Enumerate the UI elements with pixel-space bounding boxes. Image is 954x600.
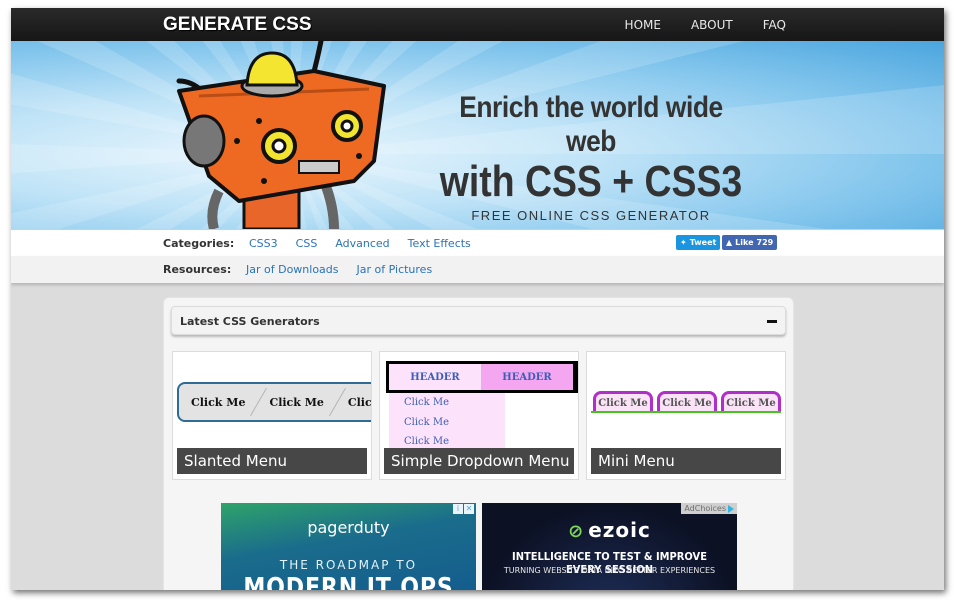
latest-generators-panel: Latest CSS Generators Click Me Click Me … bbox=[163, 297, 794, 590]
category-text-effects[interactable]: Text Effects bbox=[408, 237, 471, 250]
resources-links: Jar of Downloads Jar of Pictures bbox=[246, 263, 432, 276]
mini-menu-preview: Click Me Click Me Click Me bbox=[593, 391, 783, 412]
thumbs-up-icon: ▲ bbox=[726, 238, 733, 247]
headline-tagline: FREE ONLINE CSS GENERATOR bbox=[471, 208, 711, 223]
preview-item: Click Me bbox=[404, 416, 450, 428]
adchoices-badge[interactable]: AdChoices bbox=[681, 503, 737, 514]
like-count: 729 bbox=[756, 238, 774, 247]
category-advanced[interactable]: Advanced bbox=[335, 237, 389, 250]
nav-home[interactable]: HOME bbox=[625, 18, 661, 32]
like-label: Like bbox=[735, 238, 754, 247]
browser-window: GENERATE CSS HOME ABOUT FAQ Enrich the w… bbox=[11, 8, 944, 590]
mini-menu-underline bbox=[591, 411, 781, 413]
preview-item: Clic bbox=[347, 395, 372, 409]
preview-item: Click Me bbox=[657, 391, 717, 412]
generator-cards: Click Me Click Me Clic Slanted Menu HEAD… bbox=[172, 351, 786, 480]
top-navigation-bar: GENERATE CSS HOME ABOUT FAQ bbox=[11, 8, 944, 41]
ad-controls: i ✕ bbox=[453, 504, 474, 514]
facebook-like-button[interactable]: ▲ Like 729 bbox=[722, 235, 777, 250]
ad-subtitle: TURNING WEBSITE DATA INTO BETTER EXPERIE… bbox=[503, 566, 716, 575]
category-css[interactable]: CSS bbox=[296, 237, 318, 250]
preview-item: Click Me bbox=[257, 396, 335, 409]
social-buttons: ✦ Tweet ▲ Like 729 bbox=[676, 235, 777, 250]
card-mini-menu[interactable]: Click Me Click Me Click Me Mini Menu bbox=[586, 351, 786, 480]
categories-links: CSS3 CSS Advanced Text Effects bbox=[249, 237, 471, 250]
card-slanted-menu[interactable]: Click Me Click Me Clic Slanted Menu bbox=[172, 351, 372, 480]
panel-title: Latest CSS Generators bbox=[180, 315, 320, 328]
dropdown-preview-list: Click Me Click Me Click Me bbox=[389, 393, 505, 451]
headline-line-2: with CSS + CSS3 bbox=[439, 157, 743, 206]
ad-headline: MODERN IT OPS bbox=[243, 573, 454, 590]
minus-icon[interactable] bbox=[767, 320, 777, 323]
site-logo[interactable]: GENERATE CSS bbox=[163, 14, 312, 36]
ad-pagerduty[interactable]: i ✕ pagerduty THE ROADMAP TO MODERN IT O… bbox=[221, 503, 476, 590]
nav-faq[interactable]: FAQ bbox=[763, 18, 786, 32]
headline-line-1: Enrich the world wide web bbox=[459, 91, 723, 158]
resources-label: Resources: bbox=[163, 263, 232, 276]
nav-about[interactable]: ABOUT bbox=[691, 18, 733, 32]
card-label: Simple Dropdown Menu bbox=[384, 448, 574, 474]
resource-jar-of-pictures[interactable]: Jar of Pictures bbox=[357, 263, 433, 276]
preview-item: Click Me bbox=[404, 397, 450, 408]
twitter-bird-icon: ✦ bbox=[680, 238, 687, 247]
preview-item: Click Me bbox=[721, 391, 781, 412]
ad-brand: ⊘ ezoic bbox=[482, 518, 737, 542]
tweet-label: Tweet bbox=[689, 238, 717, 247]
preview-header: HEADER bbox=[389, 364, 481, 390]
card-simple-dropdown-menu[interactable]: HEADER HEADER Click Me Click Me Click Me… bbox=[379, 351, 579, 480]
slanted-menu-preview: Click Me Click Me Clic bbox=[177, 382, 372, 422]
card-label: Mini Menu bbox=[591, 448, 781, 474]
hero-banner: Enrich the world wide web with CSS + CSS… bbox=[11, 41, 944, 229]
categories-bar: Categories: CSS3 CSS Advanced Text Effec… bbox=[11, 229, 944, 256]
preview-item: Click Me bbox=[179, 396, 257, 409]
robot-mascot-icon bbox=[176, 41, 386, 229]
preview-header: HEADER bbox=[481, 364, 573, 390]
ad-subtitle: THE ROADMAP TO bbox=[279, 558, 418, 572]
category-css3[interactable]: CSS3 bbox=[249, 237, 278, 250]
adchoices-icon bbox=[728, 504, 734, 513]
banner-headline: Enrich the world wide web with CSS + CSS… bbox=[411, 91, 771, 223]
ad-brand-text: ezoic bbox=[588, 518, 651, 542]
categories-label: Categories: bbox=[163, 237, 235, 250]
close-icon[interactable]: ✕ bbox=[464, 504, 474, 514]
ezoic-logo-icon: ⊘ bbox=[568, 521, 585, 542]
card-label: Slanted Menu bbox=[177, 448, 367, 474]
resource-jar-of-downloads[interactable]: Jar of Downloads bbox=[246, 263, 339, 276]
tweet-button[interactable]: ✦ Tweet bbox=[676, 235, 720, 250]
dropdown-preview-header-bar: HEADER HEADER bbox=[386, 361, 578, 393]
adchoices-label: AdChoices bbox=[684, 504, 726, 513]
main-nav: HOME ABOUT FAQ bbox=[625, 18, 786, 32]
panel-header[interactable]: Latest CSS Generators bbox=[171, 306, 786, 335]
ad-ezoic[interactable]: AdChoices ⊘ ezoic INTELLIGENCE TO TEST & … bbox=[482, 503, 737, 590]
resources-bar: Resources: Jar of Downloads Jar of Pictu… bbox=[11, 256, 944, 283]
info-icon[interactable]: i bbox=[453, 504, 463, 514]
preview-item: Click Me bbox=[593, 391, 653, 412]
ad-brand: pagerduty bbox=[307, 518, 390, 537]
